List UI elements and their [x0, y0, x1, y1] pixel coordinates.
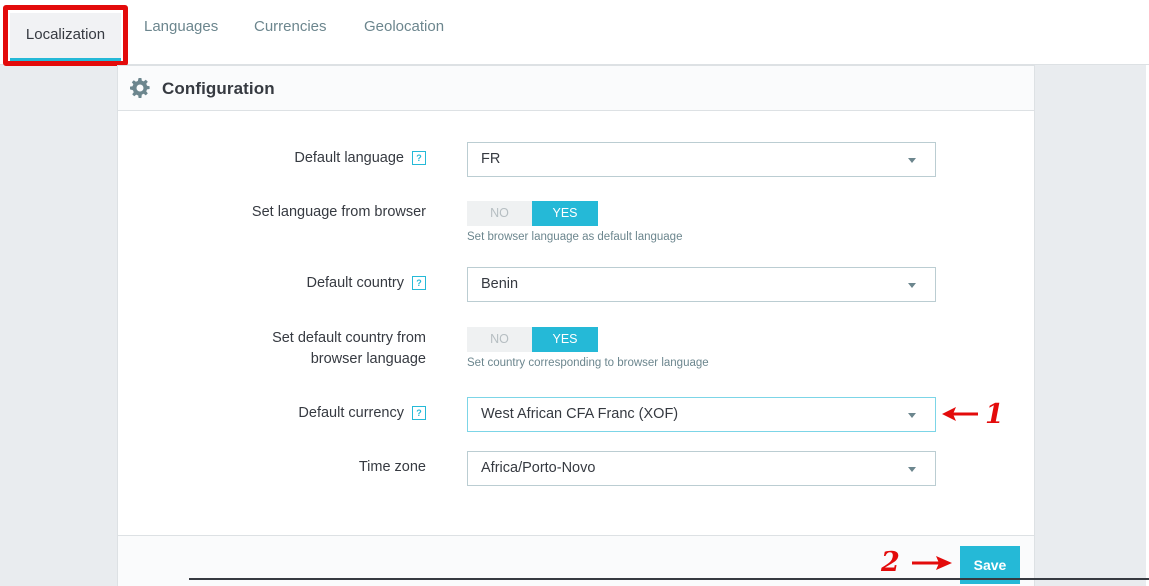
default-country-select[interactable]: Benin: [467, 267, 936, 302]
country-from-browser-label-line1: Set default country from: [272, 330, 426, 346]
default-currency-value: West African CFA Franc (XOF): [481, 406, 679, 422]
card-title: Configuration: [162, 79, 275, 98]
tab-currencies[interactable]: Currencies: [254, 18, 327, 35]
time-zone-select[interactable]: Africa/Porto-Novo: [467, 451, 936, 486]
bottom-divider: [189, 578, 1149, 580]
language-from-browser-switch[interactable]: NO YES: [467, 201, 598, 226]
switch-no-option[interactable]: NO: [467, 327, 532, 352]
default-language-label-text: Default language: [294, 150, 404, 166]
default-currency-label-text: Default currency: [298, 405, 404, 421]
caret-down-icon: [908, 413, 916, 418]
default-currency-label: Default currency?: [298, 403, 426, 424]
language-from-browser-label: Set language from browser: [251, 204, 426, 220]
caret-down-icon: [908, 283, 916, 288]
help-icon[interactable]: ?: [412, 406, 426, 421]
default-language-label: Default language?: [294, 148, 426, 169]
tab-geolocation[interactable]: Geolocation: [364, 18, 444, 35]
annotation-marker-2: 2: [881, 547, 900, 578]
country-from-browser-label-line2: browser language: [310, 351, 426, 367]
annotation-arrow-left-icon: [942, 407, 978, 421]
default-country-label-text: Default country: [306, 275, 404, 291]
annotation-arrow-right-icon: [912, 556, 952, 570]
caret-down-icon: [908, 158, 916, 163]
default-language-select[interactable]: FR: [467, 142, 936, 177]
default-country-label: Default country?: [306, 273, 426, 294]
configuration-card: Configuration Default language? FR Set l…: [117, 65, 1035, 586]
annotation-marker-1: 1: [985, 399, 1004, 430]
tab-bar: Localization Languages Currencies Geoloc…: [0, 0, 1149, 65]
country-from-browser-switch[interactable]: NO YES: [467, 327, 598, 352]
switch-yes-option[interactable]: YES: [532, 327, 598, 352]
time-zone-label: Time zone: [358, 459, 426, 475]
language-from-browser-help-text: Set browser language as default language: [467, 231, 683, 243]
tab-languages[interactable]: Languages: [144, 18, 218, 35]
help-icon[interactable]: ?: [412, 151, 426, 166]
tab-localization[interactable]: Localization: [10, 13, 121, 61]
help-icon[interactable]: ?: [412, 276, 426, 291]
country-from-browser-label: Set default country from browser languag…: [272, 328, 426, 370]
time-zone-value: Africa/Porto-Novo: [481, 460, 596, 476]
default-currency-select[interactable]: West African CFA Franc (XOF): [467, 397, 936, 432]
gear-icon: [130, 78, 150, 98]
card-header: Configuration: [118, 66, 1034, 111]
default-country-value: Benin: [481, 276, 519, 292]
switch-yes-option[interactable]: YES: [532, 201, 598, 226]
default-language-value: FR: [481, 151, 501, 167]
caret-down-icon: [908, 467, 916, 472]
switch-no-option[interactable]: NO: [467, 201, 532, 226]
country-from-browser-help-text: Set country corresponding to browser lan…: [467, 357, 709, 369]
